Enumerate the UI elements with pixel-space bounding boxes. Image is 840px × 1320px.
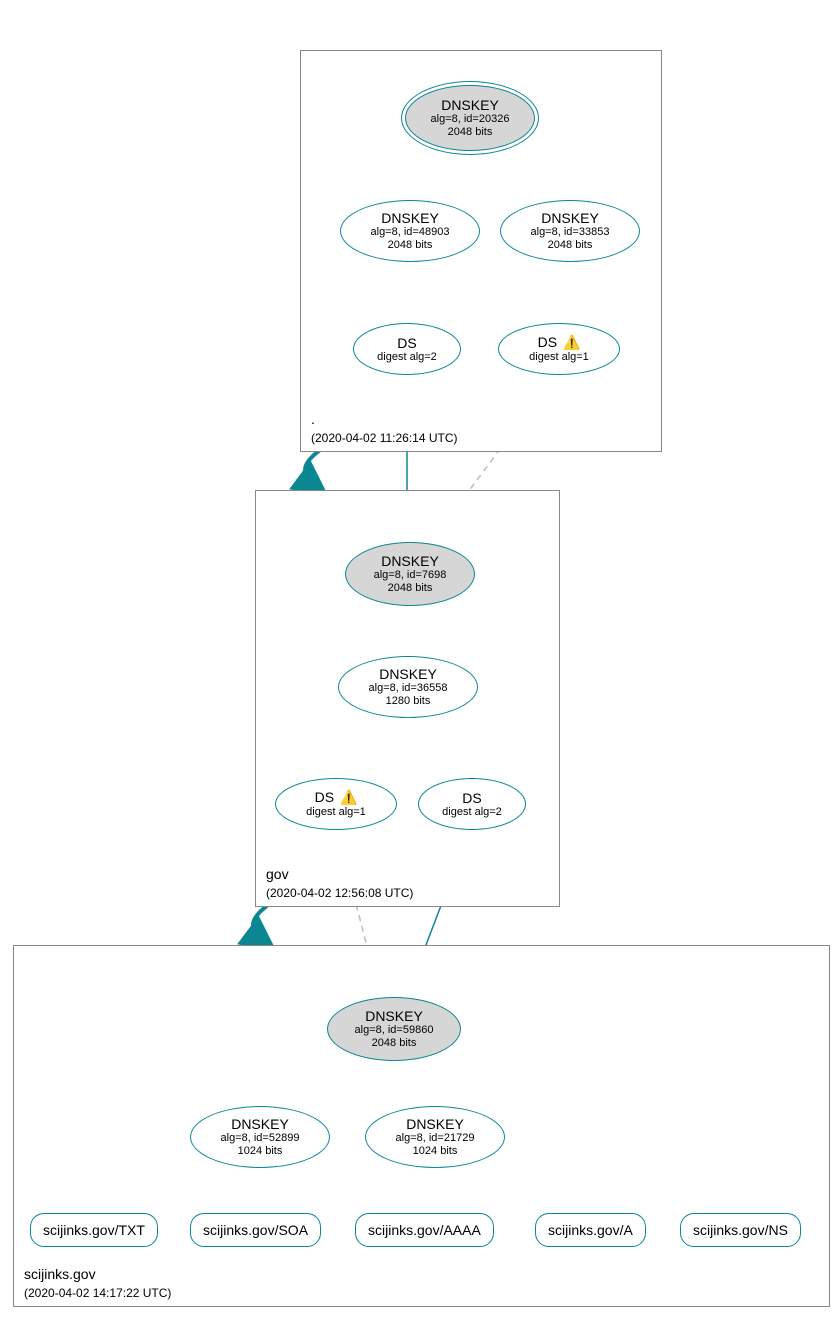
gov-ds2-node: DS digest alg=2 (418, 778, 526, 830)
record-soa: scijinks.gov/SOA (190, 1213, 321, 1247)
node-title: DNSKEY (231, 1116, 289, 1132)
node-sub: 2048 bits (372, 1037, 417, 1050)
node-sub: digest alg=1 (306, 806, 366, 819)
root-ds1-node: DS digest alg=2 (353, 323, 461, 375)
node-title: DS ⚠️ (538, 334, 581, 351)
zone-scijinks-label: scijinks.gov (24, 1266, 96, 1282)
root-zsk1-node: DNSKEY alg=8, id=48903 2048 bits (340, 200, 480, 262)
node-title: DNSKEY (441, 97, 499, 113)
record-a: scijinks.gov/A (535, 1213, 646, 1247)
warning-icon: ⚠️ (340, 789, 357, 806)
node-title: DNSKEY (379, 666, 437, 682)
node-title: DNSKEY (381, 210, 439, 226)
node-sub: alg=8, id=20326 (431, 113, 510, 126)
record-aaaa: scijinks.gov/AAAA (355, 1213, 494, 1247)
node-sub: alg=8, id=7698 (374, 569, 447, 582)
node-title: DNSKEY (541, 210, 599, 226)
node-sub: 1024 bits (413, 1145, 458, 1158)
node-sub: 1024 bits (238, 1145, 283, 1158)
node-sub: alg=8, id=52899 (221, 1132, 300, 1145)
node-sub: alg=8, id=36558 (369, 682, 448, 695)
root-ds2-node: DS ⚠️ digest alg=1 (498, 323, 620, 375)
node-title: DS (462, 790, 481, 806)
ds-label: DS (315, 789, 334, 805)
zone-gov-label: gov (266, 866, 289, 882)
node-title: DS (397, 335, 416, 351)
gov-ds1-node: DS ⚠️ digest alg=1 (275, 778, 397, 830)
record-ns: scijinks.gov/NS (680, 1213, 801, 1247)
node-title: DNSKEY (365, 1008, 423, 1024)
root-zsk2-node: DNSKEY alg=8, id=33853 2048 bits (500, 200, 640, 262)
zone-root-label: . (311, 411, 315, 427)
node-sub: 2048 bits (388, 582, 433, 595)
node-sub: 2048 bits (388, 239, 433, 252)
node-sub: alg=8, id=48903 (371, 226, 450, 239)
scijinks-ksk-node: DNSKEY alg=8, id=59860 2048 bits (327, 997, 461, 1061)
node-sub: alg=8, id=21729 (396, 1132, 475, 1145)
node-sub: digest alg=2 (442, 806, 502, 819)
scijinks-zsk1-node: DNSKEY alg=8, id=52899 1024 bits (190, 1106, 330, 1168)
node-sub: digest alg=2 (377, 351, 437, 364)
root-ksk-node: DNSKEY alg=8, id=20326 2048 bits (405, 85, 535, 151)
zone-root-time: (2020-04-02 11:26:14 UTC) (311, 431, 458, 445)
node-sub: 1280 bits (386, 695, 431, 708)
node-sub: alg=8, id=59860 (355, 1024, 434, 1037)
node-sub: digest alg=1 (529, 351, 589, 364)
node-title: DNSKEY (381, 553, 439, 569)
node-sub: alg=8, id=33853 (531, 226, 610, 239)
node-sub: 2048 bits (548, 239, 593, 252)
scijinks-zsk2-node: DNSKEY alg=8, id=21729 1024 bits (365, 1106, 505, 1168)
warning-icon: ⚠️ (563, 334, 580, 351)
node-title: DNSKEY (406, 1116, 464, 1132)
node-sub: 2048 bits (448, 126, 493, 139)
zone-scijinks-time: (2020-04-02 14:17:22 UTC) (24, 1286, 171, 1300)
gov-zsk-node: DNSKEY alg=8, id=36558 1280 bits (338, 656, 478, 718)
zone-gov-time: (2020-04-02 12:56:08 UTC) (266, 886, 413, 900)
node-title: DS ⚠️ (315, 789, 358, 806)
record-txt: scijinks.gov/TXT (30, 1213, 158, 1247)
ds-label: DS (538, 334, 557, 350)
gov-ksk-node: DNSKEY alg=8, id=7698 2048 bits (345, 542, 475, 606)
